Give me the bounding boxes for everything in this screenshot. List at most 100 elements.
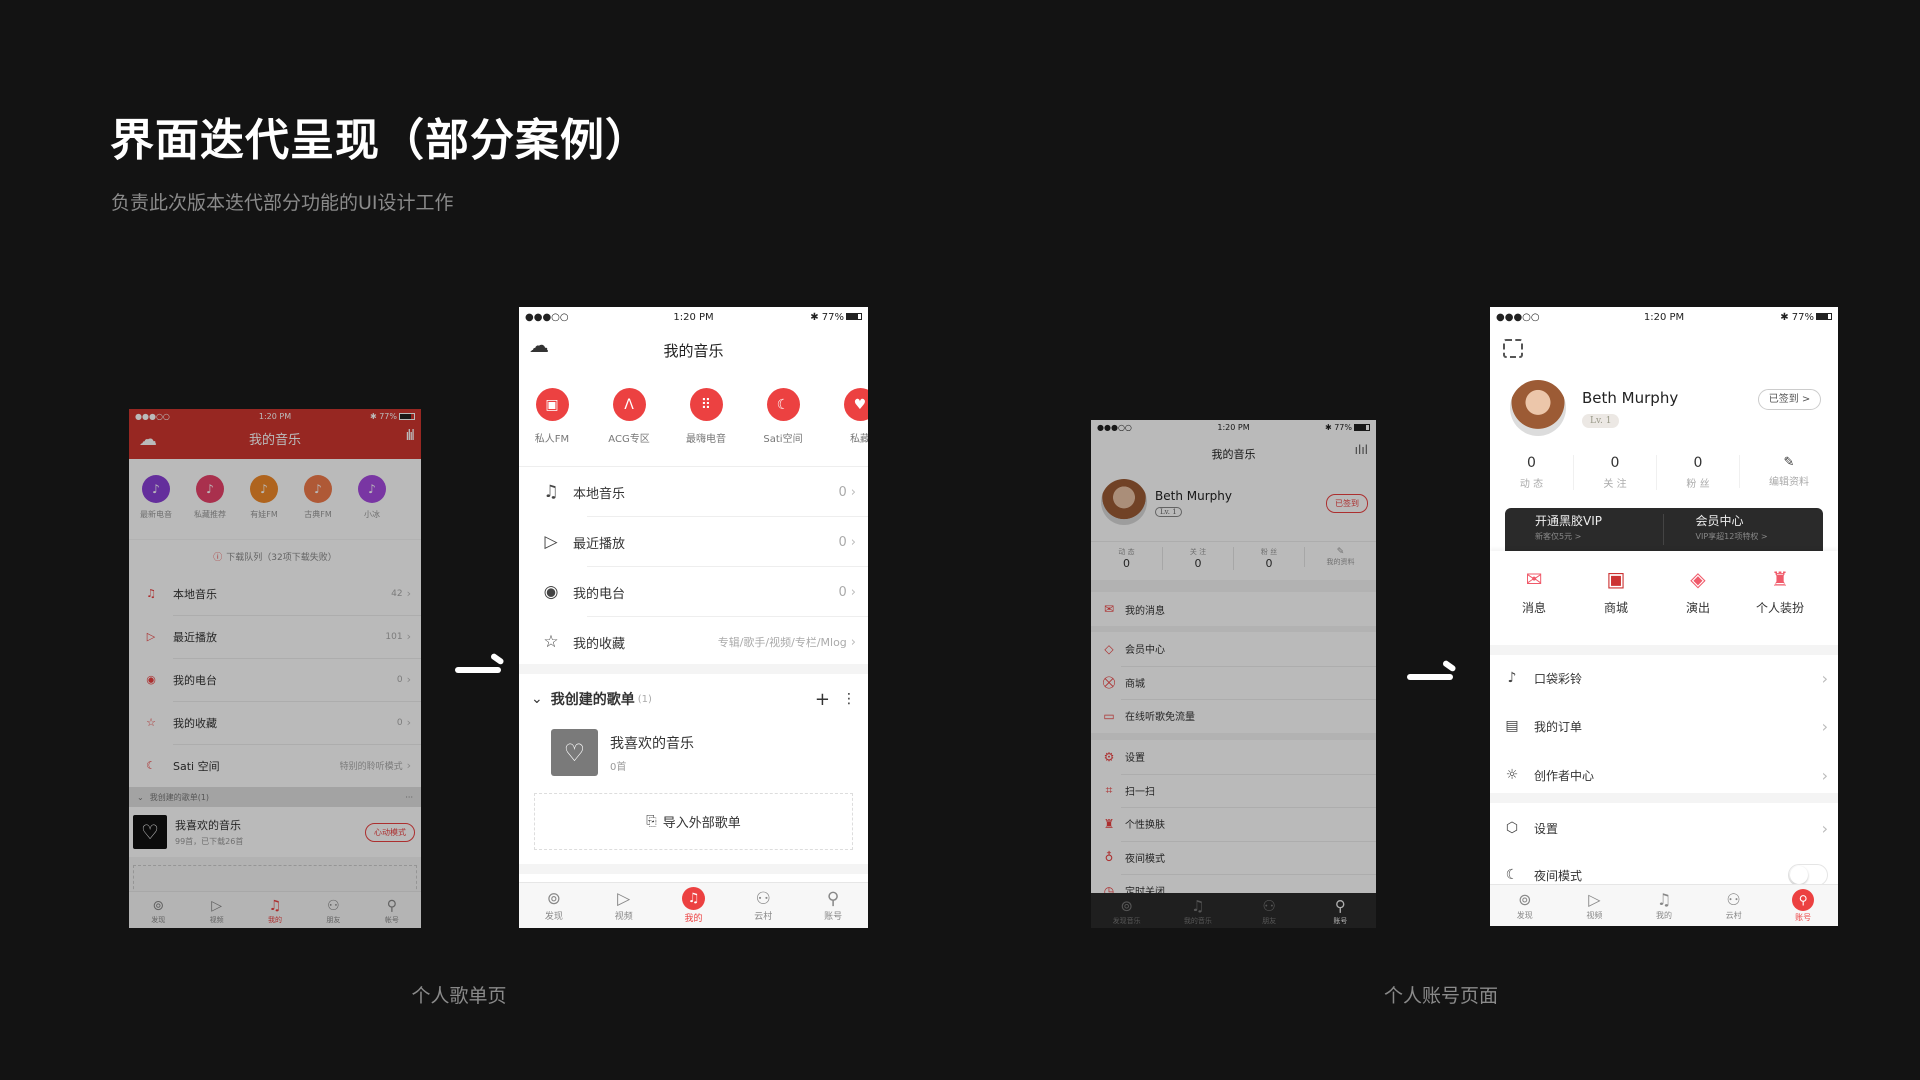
level-badge: Lv. 1	[1582, 414, 1620, 428]
tab-1[interactable]: ♫ 我的音乐	[1162, 893, 1233, 928]
list-item[interactable]: ◉ 我的电台 0 ›	[129, 658, 421, 701]
tab-4[interactable]: ⚲ 账号	[798, 883, 868, 928]
list-item[interactable]: ☆ 我的收藏 0 ›	[129, 701, 421, 744]
equalizer-icon[interactable]: ılıl	[1355, 443, 1368, 457]
list-item[interactable]: ☆ 我的收藏 专辑/歌手/视频/专栏/Mlog ›	[519, 617, 868, 667]
list-item[interactable]: ◉ 我的电台 0 ›	[519, 567, 868, 617]
list-item[interactable]: ♜ 个性换肤	[1091, 807, 1376, 841]
tab-2[interactable]: ♫ 我的	[659, 883, 729, 928]
tab-2[interactable]: ♫ 我的	[1629, 885, 1699, 926]
stat-item[interactable]: 0粉 丝	[1656, 455, 1739, 490]
tab-label: 我的	[684, 914, 703, 924]
stat-item[interactable]: 动 态0	[1091, 547, 1162, 570]
tab-0[interactable]: ⊚ 发现	[519, 883, 589, 928]
list-item[interactable]: ☾ Sati 空间 特别的聆听模式 ›	[129, 744, 421, 787]
tab-0[interactable]: ⊚ 发现	[1490, 885, 1560, 926]
shortcut-dj-icon[interactable]: ♪ 最新电音	[134, 475, 178, 520]
playlist-item[interactable]: ♡ 我喜欢的音乐 0首	[519, 725, 868, 780]
list-item[interactable]: ◇ 会员中心	[1091, 632, 1376, 666]
shortcut-item[interactable]: Λ ACG专区	[604, 388, 654, 445]
row-icon: ▭	[1103, 708, 1115, 723]
tab-2[interactable]: ♫ 我的	[246, 892, 304, 928]
chevron-down-icon: ⌄	[137, 792, 144, 802]
list-item[interactable]: ▤ 我的订单 ›	[1490, 701, 1838, 751]
list-item[interactable]: ✉ 我的消息	[1091, 592, 1376, 626]
tab-1[interactable]: ▷ 视频	[589, 883, 659, 928]
import-playlist-button[interactable]: ⎘ 导入外部歌单	[534, 793, 853, 850]
list-item[interactable]: ♁ 夜间模式	[1091, 840, 1376, 874]
night-mode-toggle[interactable]	[1788, 864, 1828, 886]
row-icon: ☾	[146, 759, 156, 772]
list-item[interactable]: ☼ 创作者中心 ›	[1490, 751, 1838, 799]
chevron-right-icon: ›	[1821, 668, 1828, 688]
scan-icon[interactable]	[1503, 339, 1523, 358]
more-icon[interactable]: ⋮	[842, 691, 856, 707]
quick-icon: ◈	[1690, 567, 1706, 591]
list-item[interactable]: ♫ 本地音乐 42 ›	[129, 572, 421, 615]
stat-item[interactable]: 粉 丝0	[1233, 547, 1304, 570]
checkin-button[interactable]: 已签到 >	[1758, 389, 1821, 410]
tab-3[interactable]: ⚇ 云村	[728, 883, 798, 928]
shortcut-sound-wave-icon[interactable]: ♪ 私藏推荐	[188, 475, 232, 520]
quick-entry[interactable]: ✉ 消息	[1498, 567, 1570, 616]
open-vip-button[interactable]: 开通黑胶VIP 新客仅5元 >	[1505, 514, 1664, 545]
tab-4[interactable]: ⚲ 帐号	[363, 892, 421, 928]
quick-entry[interactable]: ♜ 个人装扮	[1744, 567, 1816, 616]
equalizer-icon[interactable]: ılıl	[405, 428, 414, 444]
chevron-down-icon: ⌄	[531, 691, 543, 707]
edit-profile-button[interactable]: ✎ 编辑资料	[1739, 455, 1838, 488]
user-name[interactable]: Beth Murphy	[1155, 489, 1232, 503]
avatar[interactable]	[1510, 380, 1566, 436]
list-item[interactable]: ▷ 最近播放 0 ›	[519, 517, 868, 567]
tab-0[interactable]: ⊚ 发现	[129, 892, 187, 928]
shortcut-item[interactable]: ☾ Sati空间	[758, 388, 808, 445]
checkin-button[interactable]: 已签到	[1326, 494, 1368, 513]
tab-label: 我的音乐	[1183, 916, 1212, 925]
more-icon[interactable]: ···	[405, 793, 413, 802]
playlist-item[interactable]: ♡ 我喜欢的音乐 99首，已下载26首 心动模式	[129, 807, 421, 857]
stat-item[interactable]: 0关 注	[1573, 455, 1656, 490]
tab-3[interactable]: ⚇ 朋友	[304, 892, 362, 928]
shortcut-bot-icon[interactable]: ♪ 小冰	[350, 475, 394, 520]
shortcut-item[interactable]: ⠿ 最嗨电音	[681, 388, 731, 445]
shortcut-item[interactable]: ▣ 私人FM	[527, 388, 577, 445]
stat-item[interactable]: 关 注0	[1162, 547, 1233, 570]
tab-4[interactable]: ⚲ 账号	[1768, 885, 1838, 926]
stat-item[interactable]: 0动 态	[1490, 455, 1573, 490]
shortcut-label: 私藏	[850, 434, 868, 445]
download-queue-notice[interactable]: ⓘ 下载队列（32项下载失败）	[129, 540, 421, 572]
tab-3[interactable]: ⚲ 账号	[1305, 893, 1376, 928]
quick-icon: ♜	[1771, 567, 1789, 591]
quick-entry[interactable]: ◈ 演出	[1662, 567, 1734, 616]
row-icon: ♫	[543, 482, 559, 502]
list-item[interactable]: ♫ 本地音乐 0 ›	[519, 467, 868, 517]
tab-icon: ⊚	[546, 889, 562, 909]
shortcut-item[interactable]: ♥ 私藏	[835, 388, 868, 445]
shortcut-baby-icon[interactable]: ♪ 有娃FM	[242, 475, 286, 520]
tab-3[interactable]: ⚇ 云村	[1699, 885, 1769, 926]
row-icon: ▷	[544, 532, 558, 552]
list-item[interactable]: ⌗ 扫一扫	[1091, 773, 1376, 807]
section-header[interactable]: ⌄ 我创建的歌单 (1) + ⋮	[519, 674, 868, 724]
list-item[interactable]: ⛒ 商城	[1091, 665, 1376, 699]
add-playlist-button[interactable]: +	[815, 689, 830, 710]
heartbeat-mode-button[interactable]: 心动模式	[365, 822, 415, 842]
shortcut-piano-icon[interactable]: ♪ 古典FM	[296, 475, 340, 520]
list-item[interactable]: ⬡ 设置 ›	[1490, 803, 1838, 853]
quick-entry[interactable]: ▣ 商城	[1580, 567, 1652, 616]
list-item[interactable]: ▭ 在线听歌免流量	[1091, 699, 1376, 733]
tab-0[interactable]: ⊚ 发现音乐	[1091, 893, 1162, 928]
user-name[interactable]: Beth Murphy	[1582, 389, 1678, 407]
my-profile-button[interactable]: ✎ 我的资料	[1304, 547, 1376, 567]
section-header[interactable]: ⌄ 我创建的歌单(1) ···	[129, 787, 421, 807]
list-item[interactable]: ♪ 口袋彩铃 ›	[1490, 655, 1838, 701]
bot-icon: ♪	[358, 475, 386, 503]
list-item[interactable]: ⚙ 设置	[1091, 740, 1376, 774]
list-item[interactable]: ▷ 最近播放 101 ›	[129, 615, 421, 658]
avatar[interactable]	[1101, 479, 1147, 525]
tab-2[interactable]: ⚇ 朋友	[1234, 893, 1305, 928]
tab-1[interactable]: ▷ 视频	[1560, 885, 1630, 926]
page-subtitle: 负责此次版本迭代部分功能的UI设计工作	[111, 192, 454, 214]
tab-1[interactable]: ▷ 视频	[187, 892, 245, 928]
member-center-button[interactable]: 会员中心 VIP享超12项特权 >	[1664, 514, 1824, 545]
